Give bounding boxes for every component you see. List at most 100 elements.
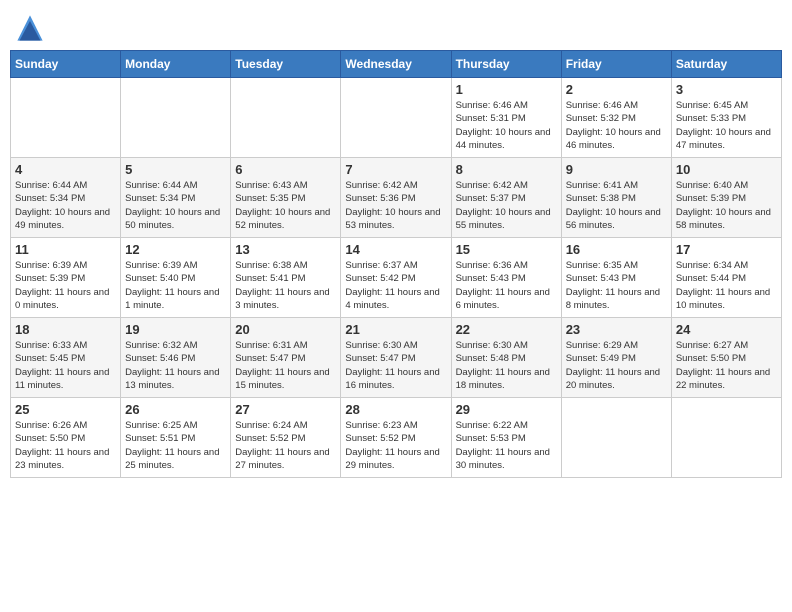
weekday-header-monday: Monday <box>121 51 231 78</box>
calendar-cell: 14 Sunrise: 6:37 AM Sunset: 5:42 PM Dayli… <box>341 238 451 318</box>
day-info: Sunrise: 6:40 AM Sunset: 5:39 PM Dayligh… <box>676 179 777 232</box>
day-info: Sunrise: 6:29 AM Sunset: 5:49 PM Dayligh… <box>566 339 667 392</box>
day-info: Sunrise: 6:22 AM Sunset: 5:53 PM Dayligh… <box>456 419 557 472</box>
calendar-cell: 27 Sunrise: 6:24 AM Sunset: 5:52 PM Dayli… <box>231 398 341 478</box>
day-info: Sunrise: 6:34 AM Sunset: 5:44 PM Dayligh… <box>676 259 777 312</box>
calendar-cell: 20 Sunrise: 6:31 AM Sunset: 5:47 PM Dayli… <box>231 318 341 398</box>
calendar-cell: 9Sunrise: 6:41 AM Sunset: 5:38 PM Daylig… <box>561 158 671 238</box>
day-number: 12 <box>125 242 226 257</box>
weekday-header-friday: Friday <box>561 51 671 78</box>
day-number: 24 <box>676 322 777 337</box>
day-info: Sunrise: 6:24 AM Sunset: 5:52 PM Dayligh… <box>235 419 336 472</box>
calendar-cell: 28 Sunrise: 6:23 AM Sunset: 5:52 PM Dayli… <box>341 398 451 478</box>
day-info: Sunrise: 6:46 AM Sunset: 5:31 PM Dayligh… <box>456 99 557 152</box>
day-number: 23 <box>566 322 667 337</box>
calendar-cell: 11 Sunrise: 6:39 AM Sunset: 5:39 PM Dayli… <box>11 238 121 318</box>
calendar-cell: 6 Sunrise: 6:43 AM Sunset: 5:35 PM Daylig… <box>231 158 341 238</box>
day-number: 17 <box>676 242 777 257</box>
calendar-cell: 2 Sunrise: 6:46 AM Sunset: 5:32 PM Daylig… <box>561 78 671 158</box>
calendar-cell <box>341 78 451 158</box>
day-number: 25 <box>15 402 116 417</box>
calendar-cell: 26 Sunrise: 6:25 AM Sunset: 5:51 PM Dayli… <box>121 398 231 478</box>
day-number: 28 <box>345 402 446 417</box>
calendar-cell: 5Sunrise: 6:44 AM Sunset: 5:34 PM Daylig… <box>121 158 231 238</box>
calendar-cell: 10 Sunrise: 6:40 AM Sunset: 5:39 PM Dayli… <box>671 158 781 238</box>
calendar-week-row: 18 Sunrise: 6:33 AM Sunset: 5:45 PM Dayli… <box>11 318 782 398</box>
day-number: 2 <box>566 82 667 97</box>
day-number: 11 <box>15 242 116 257</box>
day-number: 19 <box>125 322 226 337</box>
calendar-header: SundayMondayTuesdayWednesdayThursdayFrid… <box>11 51 782 78</box>
calendar-cell: 12 Sunrise: 6:39 AM Sunset: 5:40 PM Dayli… <box>121 238 231 318</box>
day-number: 16 <box>566 242 667 257</box>
calendar-cell: 22 Sunrise: 6:30 AM Sunset: 5:48 PM Dayli… <box>451 318 561 398</box>
day-info: Sunrise: 6:42 AM Sunset: 5:36 PM Dayligh… <box>345 179 446 232</box>
day-info: Sunrise: 6:39 AM Sunset: 5:39 PM Dayligh… <box>15 259 116 312</box>
calendar-cell: 3 Sunrise: 6:45 AM Sunset: 5:33 PM Daylig… <box>671 78 781 158</box>
day-number: 22 <box>456 322 557 337</box>
calendar-week-row: 25 Sunrise: 6:26 AM Sunset: 5:50 PM Dayli… <box>11 398 782 478</box>
day-info: Sunrise: 6:39 AM Sunset: 5:40 PM Dayligh… <box>125 259 226 312</box>
day-info: Sunrise: 6:46 AM Sunset: 5:32 PM Dayligh… <box>566 99 667 152</box>
day-number: 5 <box>125 162 226 177</box>
weekday-header-sunday: Sunday <box>11 51 121 78</box>
logo <box>14 14 44 42</box>
day-number: 13 <box>235 242 336 257</box>
weekday-header-thursday: Thursday <box>451 51 561 78</box>
day-number: 20 <box>235 322 336 337</box>
day-number: 15 <box>456 242 557 257</box>
day-number: 7 <box>345 162 446 177</box>
calendar-cell: 8 Sunrise: 6:42 AM Sunset: 5:37 PM Daylig… <box>451 158 561 238</box>
day-number: 6 <box>235 162 336 177</box>
calendar-cell: 4 Sunrise: 6:44 AM Sunset: 5:34 PM Daylig… <box>11 158 121 238</box>
day-number: 29 <box>456 402 557 417</box>
day-number: 1 <box>456 82 557 97</box>
weekday-header-tuesday: Tuesday <box>231 51 341 78</box>
day-info: Sunrise: 6:44 AM Sunset: 5:34 PM Dayligh… <box>15 179 116 232</box>
day-info: Sunrise: 6:37 AM Sunset: 5:42 PM Dayligh… <box>345 259 446 312</box>
day-info: Sunrise: 6:42 AM Sunset: 5:37 PM Dayligh… <box>456 179 557 232</box>
calendar-cell: 25 Sunrise: 6:26 AM Sunset: 5:50 PM Dayli… <box>11 398 121 478</box>
calendar-cell: 19 Sunrise: 6:32 AM Sunset: 5:46 PM Dayli… <box>121 318 231 398</box>
day-info: Sunrise: 6:32 AM Sunset: 5:46 PM Dayligh… <box>125 339 226 392</box>
day-number: 4 <box>15 162 116 177</box>
day-info: Sunrise: 6:25 AM Sunset: 5:51 PM Dayligh… <box>125 419 226 472</box>
weekday-header-row: SundayMondayTuesdayWednesdayThursdayFrid… <box>11 51 782 78</box>
day-number: 3 <box>676 82 777 97</box>
logo-icon <box>16 14 44 42</box>
calendar-cell: 15 Sunrise: 6:36 AM Sunset: 5:43 PM Dayli… <box>451 238 561 318</box>
day-number: 27 <box>235 402 336 417</box>
day-info: Sunrise: 6:23 AM Sunset: 5:52 PM Dayligh… <box>345 419 446 472</box>
day-info: Sunrise: 6:41 AM Sunset: 5:38 PM Dayligh… <box>566 179 667 232</box>
day-number: 14 <box>345 242 446 257</box>
calendar-cell: 21 Sunrise: 6:30 AM Sunset: 5:47 PM Dayli… <box>341 318 451 398</box>
day-info: Sunrise: 6:30 AM Sunset: 5:47 PM Dayligh… <box>345 339 446 392</box>
day-number: 10 <box>676 162 777 177</box>
day-info: Sunrise: 6:45 AM Sunset: 5:33 PM Dayligh… <box>676 99 777 152</box>
day-number: 8 <box>456 162 557 177</box>
calendar-cell: 1 Sunrise: 6:46 AM Sunset: 5:31 PM Daylig… <box>451 78 561 158</box>
day-number: 21 <box>345 322 446 337</box>
day-info: Sunrise: 6:31 AM Sunset: 5:47 PM Dayligh… <box>235 339 336 392</box>
day-info: Sunrise: 6:30 AM Sunset: 5:48 PM Dayligh… <box>456 339 557 392</box>
day-number: 26 <box>125 402 226 417</box>
day-info: Sunrise: 6:36 AM Sunset: 5:43 PM Dayligh… <box>456 259 557 312</box>
calendar-cell: 13 Sunrise: 6:38 AM Sunset: 5:41 PM Dayli… <box>231 238 341 318</box>
calendar-cell <box>231 78 341 158</box>
calendar-cell: 18 Sunrise: 6:33 AM Sunset: 5:45 PM Dayli… <box>11 318 121 398</box>
calendar-week-row: 4 Sunrise: 6:44 AM Sunset: 5:34 PM Daylig… <box>11 158 782 238</box>
calendar-cell <box>121 78 231 158</box>
day-info: Sunrise: 6:38 AM Sunset: 5:41 PM Dayligh… <box>235 259 336 312</box>
day-number: 18 <box>15 322 116 337</box>
day-info: Sunrise: 6:33 AM Sunset: 5:45 PM Dayligh… <box>15 339 116 392</box>
day-info: Sunrise: 6:35 AM Sunset: 5:43 PM Dayligh… <box>566 259 667 312</box>
calendar-cell <box>11 78 121 158</box>
calendar-cell: 7 Sunrise: 6:42 AM Sunset: 5:36 PM Daylig… <box>341 158 451 238</box>
calendar-table: SundayMondayTuesdayWednesdayThursdayFrid… <box>10 50 782 478</box>
calendar-cell <box>671 398 781 478</box>
day-info: Sunrise: 6:26 AM Sunset: 5:50 PM Dayligh… <box>15 419 116 472</box>
calendar-cell: 16 Sunrise: 6:35 AM Sunset: 5:43 PM Dayli… <box>561 238 671 318</box>
calendar-week-row: 1 Sunrise: 6:46 AM Sunset: 5:31 PM Daylig… <box>11 78 782 158</box>
day-info: Sunrise: 6:43 AM Sunset: 5:35 PM Dayligh… <box>235 179 336 232</box>
calendar-body: 1 Sunrise: 6:46 AM Sunset: 5:31 PM Daylig… <box>11 78 782 478</box>
